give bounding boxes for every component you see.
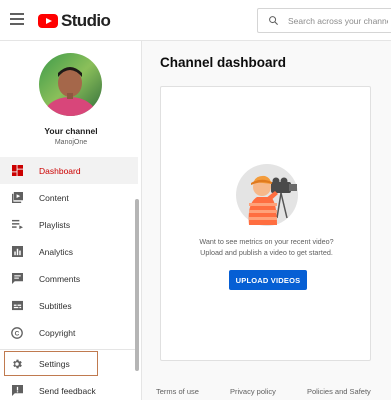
sidebar-item-analytics[interactable]: Analytics (0, 238, 138, 265)
upload-prompt: Want to see metrics on your recent video… (161, 236, 372, 258)
feedback-icon (11, 385, 23, 397)
sidebar-item-label: Copyright (39, 327, 76, 338)
privacy-link[interactable]: Privacy policy (230, 387, 276, 396)
channel-name: ManojOne (54, 139, 88, 146)
prompt-line-2: Upload and publish a video to get starte… (200, 248, 333, 257)
hamburger-menu-icon[interactable] (10, 13, 24, 27)
filmmaker-illustration (235, 163, 299, 227)
sidebar-item-label: Comments (39, 273, 81, 284)
sidebar-item-subtitles[interactable]: Subtitles (0, 292, 138, 319)
sidebar: Your channel ManojOne Dashboard Content … (0, 41, 142, 400)
sidebar-item-dashboard[interactable]: Dashboard (0, 157, 138, 184)
subtitles-icon (11, 300, 23, 312)
sidebar-item-comments[interactable]: Comments (0, 265, 138, 292)
sidebar-item-label: Settings (39, 358, 70, 369)
sidebar-item-label: Content (39, 192, 69, 203)
terms-link[interactable]: Terms of use (156, 387, 199, 396)
content-icon (11, 192, 23, 204)
prompt-line-1: Want to see metrics on your recent video… (199, 237, 334, 246)
sidebar-scrollbar[interactable] (135, 199, 139, 371)
sidebar-item-label: Dashboard (39, 165, 81, 176)
copyright-icon: C (11, 326, 23, 339)
upload-video-card: Want to see metrics on your recent video… (160, 86, 371, 361)
studio-logo[interactable]: Studio (38, 11, 111, 31)
search-icon[interactable] (258, 15, 288, 26)
analytics-icon (11, 246, 23, 258)
search-box[interactable] (257, 8, 391, 33)
sidebar-item-send-feedback[interactable]: Send feedback (0, 377, 138, 400)
page-title: Channel dashboard (160, 55, 287, 70)
logo-text: Studio (61, 11, 111, 30)
sidebar-item-playlists[interactable]: Playlists (0, 211, 138, 238)
channel-title: Your channel (44, 126, 98, 136)
sidebar-item-label: Analytics (39, 246, 74, 257)
policies-link[interactable]: Policies and Safety (307, 387, 371, 396)
sidebar-item-label: Subtitles (39, 300, 72, 311)
upload-videos-button[interactable]: UPLOAD VIDEOS (229, 270, 307, 290)
top-bar: Studio (0, 0, 391, 41)
sidebar-nav: Dashboard Content Playlists Analytics Co… (0, 157, 138, 400)
sidebar-item-label: Playlists (39, 219, 71, 230)
avatar[interactable] (39, 53, 102, 116)
sidebar-item-label: Send feedback (39, 385, 96, 396)
svg-text:C: C (15, 330, 20, 337)
youtube-logo-icon (38, 14, 58, 28)
sidebar-item-content[interactable]: Content (0, 184, 138, 211)
sidebar-item-copyright[interactable]: C Copyright (0, 319, 138, 346)
comments-icon (11, 273, 23, 285)
playlists-icon (11, 219, 23, 231)
dashboard-icon (11, 165, 23, 177)
gear-icon (11, 358, 23, 370)
sidebar-item-settings[interactable]: Settings (3, 350, 99, 377)
search-input[interactable] (288, 15, 388, 26)
